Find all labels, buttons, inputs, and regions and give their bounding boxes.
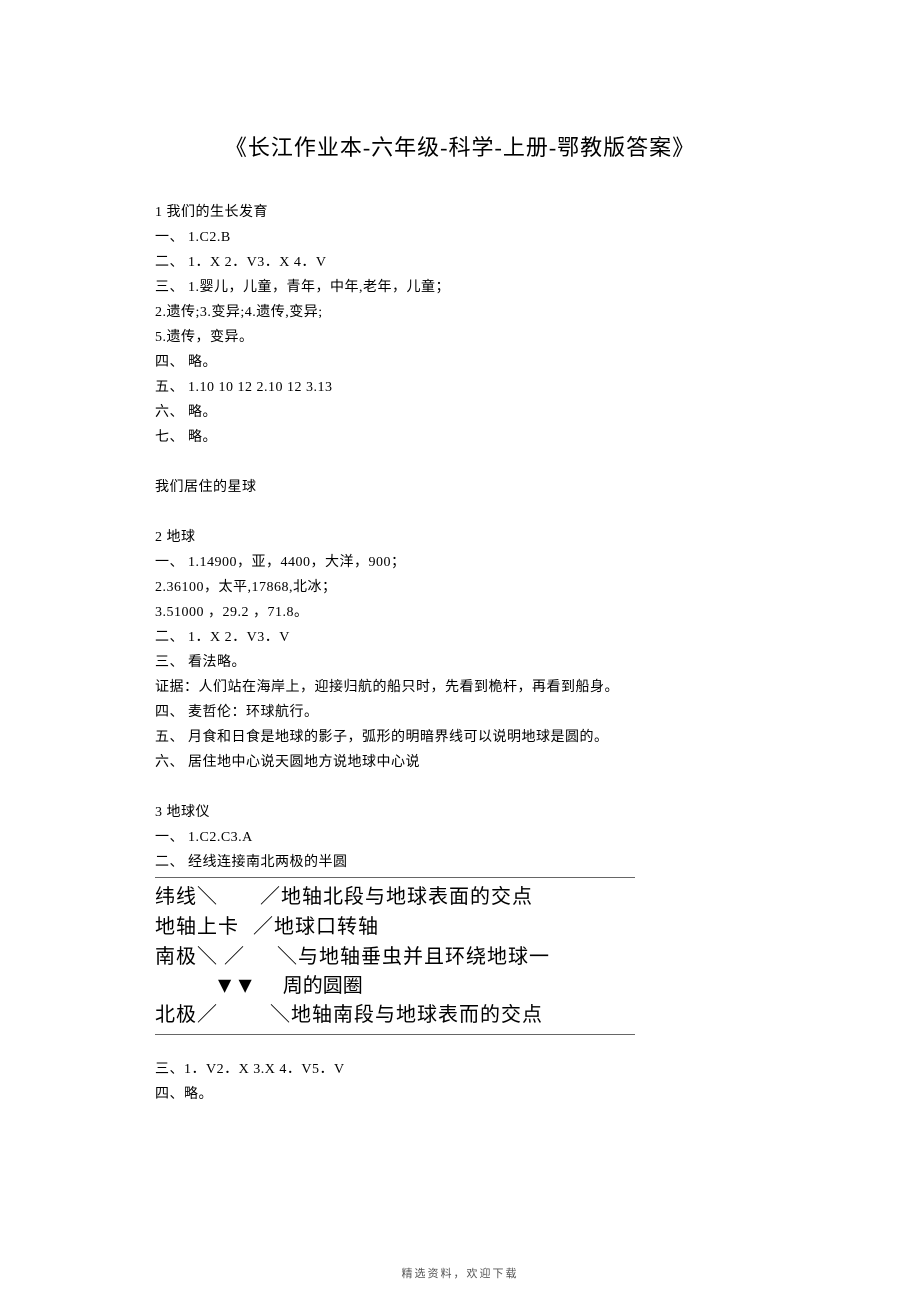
matching-diagram: 纬线＼ ／地轴北段与地球表面的交点 地轴上卡 ／地球口转轴 南极＼ ／ ＼与地轴… xyxy=(155,877,635,1035)
answer-line: 五、 月食和日食是地球的影子，弧形的明暗界线可以说明地球是圆的。 xyxy=(155,725,765,750)
diagram-right-label: ／地球口转轴 xyxy=(253,916,379,938)
answer-line: 六、 居住地中心说天圆地方说地球中心说 xyxy=(155,750,765,775)
answer-line: 二、 1．X 2．V3．X 4．V xyxy=(155,250,765,275)
document-title: 《长江作业本-六年级-科学-上册-鄂教版答案》 xyxy=(155,130,765,162)
answer-line: 一、 1.C2.C3.A xyxy=(155,825,765,850)
page-footer: 精选资料，欢迎下载 xyxy=(0,1265,920,1281)
answer-line: 四、 麦哲伦：环球航行。 xyxy=(155,700,765,725)
answer-line: 二、 1．X 2．V3．V xyxy=(155,625,765,650)
answer-line: 三、 1.婴儿，儿童，青年，中年,老年，儿童； xyxy=(155,275,765,300)
answer-line: 一、 1.14900，亚，4400，大洋，900； xyxy=(155,550,765,575)
diagram-left-label: 地轴上卡 xyxy=(155,912,239,942)
answer-line: 五、 1.10 10 12 2.10 12 3.13 xyxy=(155,375,765,400)
answer-line: 5.遗传，变异。 xyxy=(155,325,765,350)
answer-line: 六、 略。 xyxy=(155,400,765,425)
answer-line: 二、 经线连接南北两极的半圆 xyxy=(155,850,765,875)
answer-line: 证据：人们站在海岸上，迎接归航的船只时，先看到桅杆，再看到船身。 xyxy=(155,675,765,700)
section-heading-2: 2 地球 xyxy=(155,525,765,550)
section-heading-planet: 我们居住的星球 xyxy=(155,475,765,500)
answer-line: 四、略。 xyxy=(155,1082,765,1107)
diagram-connector-icon: ▼ ▼ xyxy=(218,973,249,998)
diagram-right-label: ／地轴北段与地球表面的交点 xyxy=(260,886,533,908)
answer-line: 2.遗传;3.变异;4.遗传,变异; xyxy=(155,300,765,325)
answer-line: 七、 略。 xyxy=(155,425,765,450)
diagram-right-label: ＼与地轴垂虫并且环绕地球一 xyxy=(277,946,550,968)
answer-line: 四、 略。 xyxy=(155,350,765,375)
diagram-right-label: ＼地轴南段与地球表而的交点 xyxy=(270,1004,543,1026)
answer-line: 3.51000 ，29.2 ，71.8。 xyxy=(155,600,765,625)
answer-line: 2.36100，太平,17868,北冰； xyxy=(155,575,765,600)
diagram-left-label: 纬线＼ xyxy=(155,882,218,912)
section-heading-1: 1 我们的生长发育 xyxy=(155,200,765,225)
answer-line: 三、1．V2．X 3.X 4．V5．V xyxy=(155,1057,765,1082)
section-heading-3: 3 地球仪 xyxy=(155,800,765,825)
diagram-center-label: 周的圆圈 xyxy=(254,972,392,1000)
diagram-left-label: 北极／ xyxy=(155,1000,218,1030)
answer-line: 三、 看法略。 xyxy=(155,650,765,675)
diagram-left-label: 南极＼ ／ xyxy=(155,942,245,972)
answer-line: 一、 1.C2.B xyxy=(155,225,765,250)
